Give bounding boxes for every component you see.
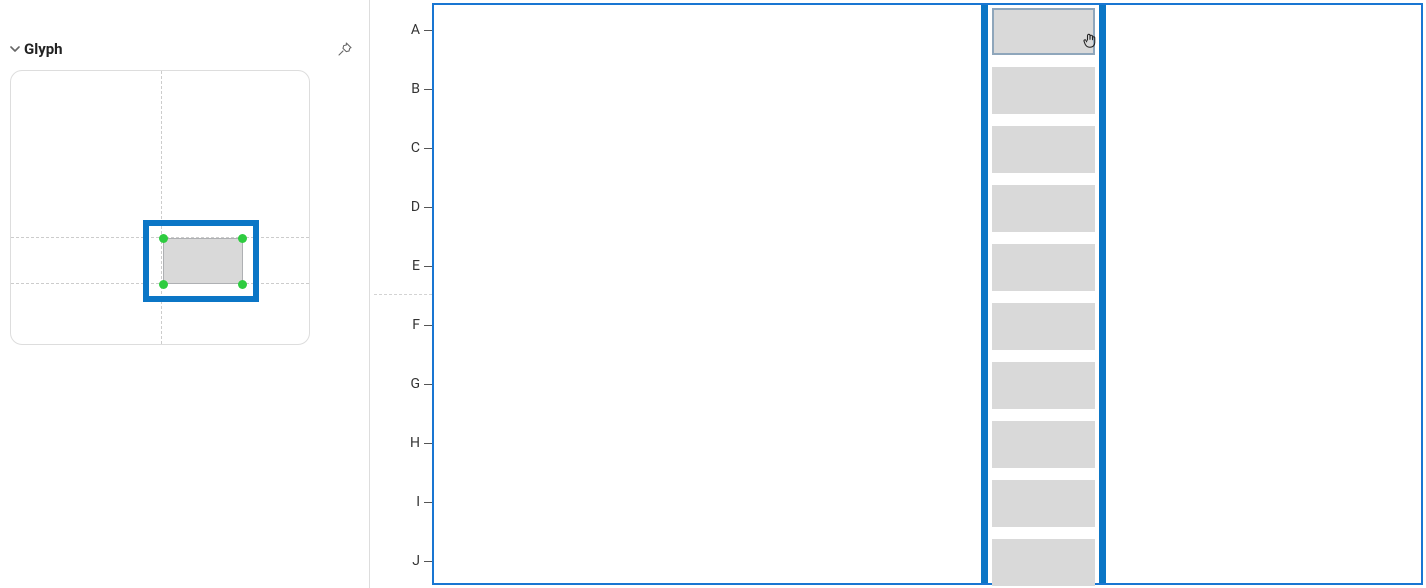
glyph-rect[interactable] [163,238,243,284]
row-label: F [412,317,432,333]
row-label: J [412,553,432,569]
glyph-preview-canvas[interactable] [10,70,310,345]
row-label: D [411,199,432,215]
center-guide [161,71,162,344]
glyph-panel-title: Glyph [24,40,63,58]
handle-bottom-right[interactable] [238,280,247,289]
small-multiple-slot[interactable] [992,421,1095,468]
small-multiple-slot[interactable] [992,480,1095,527]
handle-bottom-left[interactable] [159,280,168,289]
main-canvas-area: A B C D E F G H I J [370,0,1426,588]
glyph-panel-header: Glyph [10,40,360,64]
row-label: E [412,258,432,274]
small-multiple-slot[interactable] [992,8,1095,55]
row-label: I [416,494,432,510]
small-multiple-slot[interactable] [992,67,1095,114]
small-multiple-slot[interactable] [992,539,1095,586]
page-frame[interactable] [432,3,1423,585]
row-label: C [411,140,432,156]
row-label-gutter: A B C D E F G H I J [398,3,432,585]
handle-top-right[interactable] [238,234,247,243]
row-label: G [410,376,432,392]
row-label: H [410,435,432,451]
row-label: B [411,81,432,97]
pin-icon[interactable] [336,40,354,58]
sidebar-panel: Glyph [0,0,370,588]
small-multiple-slot[interactable] [992,362,1095,409]
small-multiples-strip[interactable] [981,5,1106,583]
small-multiple-slot[interactable] [992,185,1095,232]
small-multiple-slot[interactable] [992,303,1095,350]
row-label: A [411,22,432,38]
chevron-down-icon[interactable] [10,44,20,54]
handle-top-left[interactable] [159,234,168,243]
small-multiple-slot[interactable] [992,244,1095,291]
small-multiple-slot[interactable] [992,126,1095,173]
